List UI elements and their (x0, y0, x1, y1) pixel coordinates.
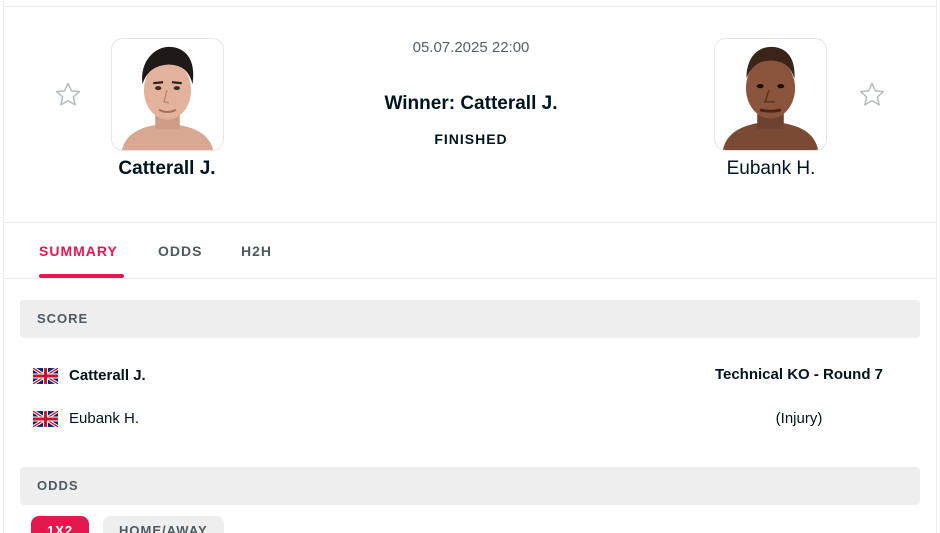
tab-h2h[interactable]: H2H (241, 243, 272, 259)
header-divider (4, 222, 936, 223)
odds-section-header: ODDS (20, 467, 920, 505)
home-fighter-name[interactable]: Catterall J. (57, 158, 277, 180)
match-datetime: 05.07.2025 22:00 (412, 39, 530, 56)
away-fighter-name[interactable]: Eubank H. (661, 158, 881, 180)
favorite-star-icon[interactable] (53, 80, 83, 110)
favorite-star-icon[interactable] (857, 80, 887, 110)
gb-flag-icon (33, 411, 58, 427)
winner-text: Winner: Catterall J. (384, 93, 558, 114)
score-row-away-result: (Injury) (775, 410, 823, 427)
score-row-home-name[interactable]: Catterall J. (69, 367, 146, 384)
home-fighter-photo[interactable] (111, 38, 224, 151)
score-row-home-result: Technical KO - Round 7 (714, 366, 884, 383)
tab-summary[interactable]: SUMMARY (39, 243, 118, 259)
gb-flag-icon (33, 368, 58, 384)
tabs-divider (4, 278, 936, 279)
score-row-away-name[interactable]: Eubank H. (69, 410, 139, 427)
tab-odds[interactable]: ODDS (158, 243, 202, 259)
match-card: Catterall J. Eubank H. 05.07.2025 22:00 … (3, 0, 937, 533)
match-status: FINISHED (434, 131, 508, 147)
score-section-header: SCORE (20, 300, 920, 338)
odds-tab-home-away[interactable]: HOME/AWAY (103, 516, 224, 533)
odds-tab-1x2[interactable]: 1X2 (31, 516, 90, 533)
top-divider (4, 6, 936, 7)
away-fighter-photo[interactable] (714, 38, 827, 151)
